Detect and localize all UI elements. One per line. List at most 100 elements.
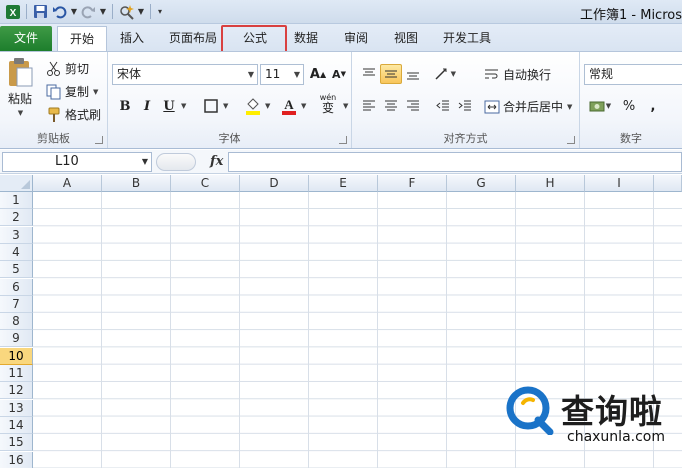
row-header-selected[interactable]: 10 [0,347,33,365]
phonetic-guide-button[interactable]: wén 变 [315,94,341,115]
fill-color-dropdown-icon[interactable]: ▼ [265,102,270,110]
font-dialog-launcher-icon[interactable] [339,136,347,144]
wrap-text-button[interactable]: 自动换行 [484,66,551,83]
align-middle-icon [385,70,397,78]
alignment-dialog-launcher-icon[interactable] [567,136,575,144]
font-name-select[interactable]: 宋体 ▼ [112,64,258,85]
copy-button[interactable]: 复制 ▼ [46,83,98,100]
select-all-icon [21,180,30,189]
clipboard-dialog-launcher-icon[interactable] [95,136,103,144]
font-color-icon: A [282,97,296,115]
row-header[interactable]: 5 [0,261,33,279]
borders-dropdown-icon[interactable]: ▼ [223,102,228,110]
row-header[interactable]: 1 [0,192,33,209]
column-header[interactable]: B [102,175,171,192]
tab-page-layout[interactable]: 页面布局 [160,26,226,51]
redo-dropdown-icon[interactable]: ▼ [99,7,107,16]
formula-input[interactable] [228,152,682,172]
orientation-button[interactable]: ▼ [434,64,456,84]
format-painter-button[interactable]: 格式刷 [46,106,101,123]
qat-dropdown-icon[interactable]: ▼ [137,7,145,16]
column-header[interactable]: F [378,175,447,192]
bottom-align-button[interactable] [402,64,424,84]
row-header[interactable]: 8 [0,313,33,331]
decrease-indent-button[interactable] [432,96,454,116]
underline-button[interactable]: U [158,96,180,116]
tab-insert[interactable]: 插入 [110,26,154,51]
shrink-font-button[interactable]: A ▼ [328,64,350,84]
insert-function-icon[interactable]: fx [210,154,223,169]
grow-font-button[interactable]: A ▲ [307,64,329,84]
column-header[interactable]: A [33,175,102,192]
tab-data[interactable]: 数据 [284,26,328,51]
row-header[interactable]: 16 [0,451,33,468]
borders-button[interactable] [200,96,222,116]
row-header[interactable]: 7 [0,295,33,313]
font-color-dropdown-icon[interactable]: ▼ [301,102,306,110]
row-header[interactable]: 14 [0,416,33,434]
align-left-button[interactable] [358,96,380,116]
paste-button[interactable]: 粘贴 ▼ [6,56,34,117]
font-size-select[interactable]: 11 ▼ [260,64,304,85]
tab-developer[interactable]: 开发工具 [436,26,498,51]
fill-color-button[interactable] [242,96,264,116]
name-box[interactable]: L10 ▼ [2,152,152,172]
row-header[interactable]: 13 [0,399,33,417]
font-color-button[interactable]: A [278,96,300,116]
column-header[interactable]: C [171,175,240,192]
merge-dropdown-icon[interactable]: ▼ [567,103,572,111]
row-header[interactable]: 11 [0,365,33,382]
middle-align-button[interactable] [380,64,402,84]
number-group: 常规 ▼ % , 数字 [580,52,682,148]
paste-dropdown-icon[interactable]: ▼ [18,109,23,117]
font-group-label: 字体 [218,132,241,145]
increase-indent-button[interactable] [454,96,476,116]
undo-icon[interactable] [51,3,68,20]
customize-tool-icon[interactable] [118,3,135,20]
formula-bar-splitter[interactable] [156,153,196,171]
qat-separator [150,4,151,19]
column-header-partial[interactable] [654,175,682,192]
copy-dropdown-icon[interactable]: ▼ [93,88,98,96]
column-header[interactable]: I [585,175,654,192]
percent-button[interactable]: % [618,96,640,116]
column-header[interactable]: D [240,175,309,192]
italic-button[interactable]: I [136,96,158,116]
tab-view[interactable]: 视图 [384,26,428,51]
row-header[interactable]: 6 [0,278,33,296]
grow-font-icon: A [309,66,320,82]
phonetic-dropdown-icon[interactable]: ▼ [343,102,348,110]
clipboard-group: 粘贴 ▼ 剪切 复制 ▼ 格式刷 剪贴板 [0,52,108,148]
row-header[interactable]: 2 [0,209,33,227]
accounting-format-button[interactable]: ▼ [586,96,614,116]
row-header[interactable]: 4 [0,243,33,261]
row-header[interactable]: 12 [0,382,33,400]
row-header[interactable]: 15 [0,434,33,452]
column-header[interactable]: H [516,175,585,192]
scissors-icon [47,61,60,76]
tab-home[interactable]: 开始 [57,26,107,52]
comma-style-button[interactable]: , [642,96,664,116]
qat-customize-icon[interactable]: ▾ [156,7,164,16]
column-header[interactable]: E [309,175,378,192]
cut-button[interactable]: 剪切 [46,60,89,77]
align-right-button[interactable] [402,96,424,116]
select-all-button[interactable] [0,175,33,192]
bold-button[interactable]: B [114,96,136,116]
undo-dropdown-icon[interactable]: ▼ [70,7,78,16]
save-icon[interactable] [32,3,49,20]
redo-icon[interactable] [80,3,97,20]
column-header[interactable]: G [447,175,516,192]
tab-review[interactable]: 审阅 [334,26,378,51]
top-align-button[interactable] [358,64,380,84]
row-header[interactable]: 3 [0,226,33,244]
align-center-button[interactable] [380,96,402,116]
row-header[interactable]: 9 [0,330,33,348]
number-format-select[interactable]: 常规 [584,64,682,85]
merge-center-button[interactable]: 合并后居中 ▼ [484,98,572,115]
tab-formulas[interactable]: 公式 [228,26,282,51]
excel-app-icon[interactable]: X [4,3,21,20]
tab-file[interactable]: 文件 [0,26,52,51]
font-name-value: 宋体 [117,67,142,81]
underline-dropdown-icon[interactable]: ▼ [181,102,186,110]
